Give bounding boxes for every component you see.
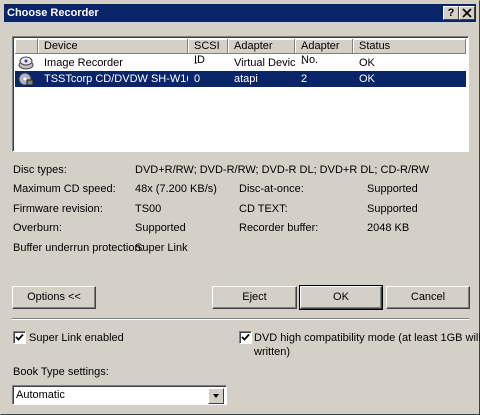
- cd-text-value: Supported: [367, 203, 418, 215]
- recorder-list[interactable]: Device SCSI ID Adapter Adapter No. Statu…: [12, 36, 469, 152]
- underrun-label: Buffer underrun protection:: [13, 242, 144, 254]
- superlink-checkbox[interactable]: [13, 331, 26, 344]
- disc-at-once-value: Supported: [367, 183, 418, 195]
- column-header-status[interactable]: Status: [353, 39, 466, 54]
- status: OK: [359, 57, 375, 69]
- cancel-button[interactable]: Cancel: [386, 286, 470, 309]
- device-name: TSSTcorp CD/DVDW SH-W163A: [44, 73, 188, 85]
- checkmark-icon: [241, 333, 250, 341]
- optical-drive-icon: [18, 72, 34, 88]
- divider: [12, 318, 469, 320]
- recorder-buffer-label: Recorder buffer:: [239, 222, 319, 234]
- dropdown-button[interactable]: [208, 388, 224, 404]
- column-header-scsi-id[interactable]: SCSI ID: [188, 39, 228, 66]
- adapter: Virtual Device: [234, 57, 295, 69]
- eject-button[interactable]: Eject: [212, 286, 297, 309]
- column-header-adapter-no[interactable]: Adapter No.: [295, 39, 353, 66]
- dvd-compat-label[interactable]: DVD high compatibility mode (at least 1G…: [254, 332, 480, 344]
- column-header-icon: [15, 39, 38, 54]
- superlink-label[interactable]: Super Link enabled: [29, 332, 124, 344]
- title-bar[interactable]: Choose Recorder ?: [4, 4, 476, 22]
- window-title: Choose Recorder: [7, 7, 99, 19]
- recorder-buffer-value: 2048 KB: [367, 222, 410, 234]
- adapter-no: 2: [301, 73, 308, 85]
- status: OK: [359, 73, 375, 85]
- options-button[interactable]: Options <<: [12, 286, 96, 309]
- cd-text-label: CD TEXT:: [239, 203, 288, 215]
- list-item[interactable]: Image Recorder - Virtual Device - OK: [15, 55, 466, 71]
- max-speed-label: Maximum CD speed:: [13, 183, 116, 195]
- firmware-value: TS00: [135, 203, 162, 215]
- image-recorder-icon: [18, 56, 34, 72]
- book-type-select[interactable]: Automatic: [12, 385, 227, 405]
- max-speed-value: 48x (7.200 KB/s): [135, 183, 217, 195]
- disc-at-once-label: Disc-at-once:: [239, 183, 304, 195]
- overburn-value: Supported: [135, 222, 186, 234]
- book-type-value: Automatic: [16, 389, 65, 401]
- scsi-id: -: [194, 57, 198, 69]
- firmware-label: Firmware revision:: [13, 203, 103, 215]
- scsi-id: 0: [194, 73, 201, 85]
- help-button[interactable]: ?: [443, 6, 459, 20]
- list-header: Device SCSI ID Adapter Adapter No. Statu…: [15, 39, 466, 66]
- choose-recorder-dialog: Choose Recorder ? Device SCSI ID Adapter…: [0, 0, 480, 415]
- overburn-label: Overburn:: [13, 222, 62, 234]
- column-header-adapter[interactable]: Adapter: [228, 39, 295, 54]
- device-name: Image Recorder: [44, 57, 123, 69]
- dvd-compat-label-cont[interactable]: written): [254, 346, 290, 358]
- adapter-no: -: [301, 57, 305, 69]
- close-icon: [462, 8, 472, 18]
- column-header-device[interactable]: Device: [38, 39, 188, 54]
- adapter: atapi: [234, 73, 258, 85]
- checkmark-icon: [15, 333, 24, 341]
- chevron-down-icon: [213, 394, 219, 398]
- ok-button[interactable]: OK: [299, 285, 383, 310]
- underrun-value: Super Link: [135, 242, 188, 254]
- book-type-label: Book Type settings:: [13, 366, 109, 378]
- list-item[interactable]: TSSTcorp CD/DVDW SH-W163A 0 atapi 2 OK: [15, 71, 466, 87]
- dvd-compat-checkbox[interactable]: [239, 331, 252, 344]
- close-button[interactable]: [459, 6, 475, 20]
- disc-types-label: Disc types:: [13, 164, 67, 176]
- disc-types-value: DVD+R/RW; DVD-R/RW; DVD-R DL; DVD+R DL; …: [135, 164, 430, 176]
